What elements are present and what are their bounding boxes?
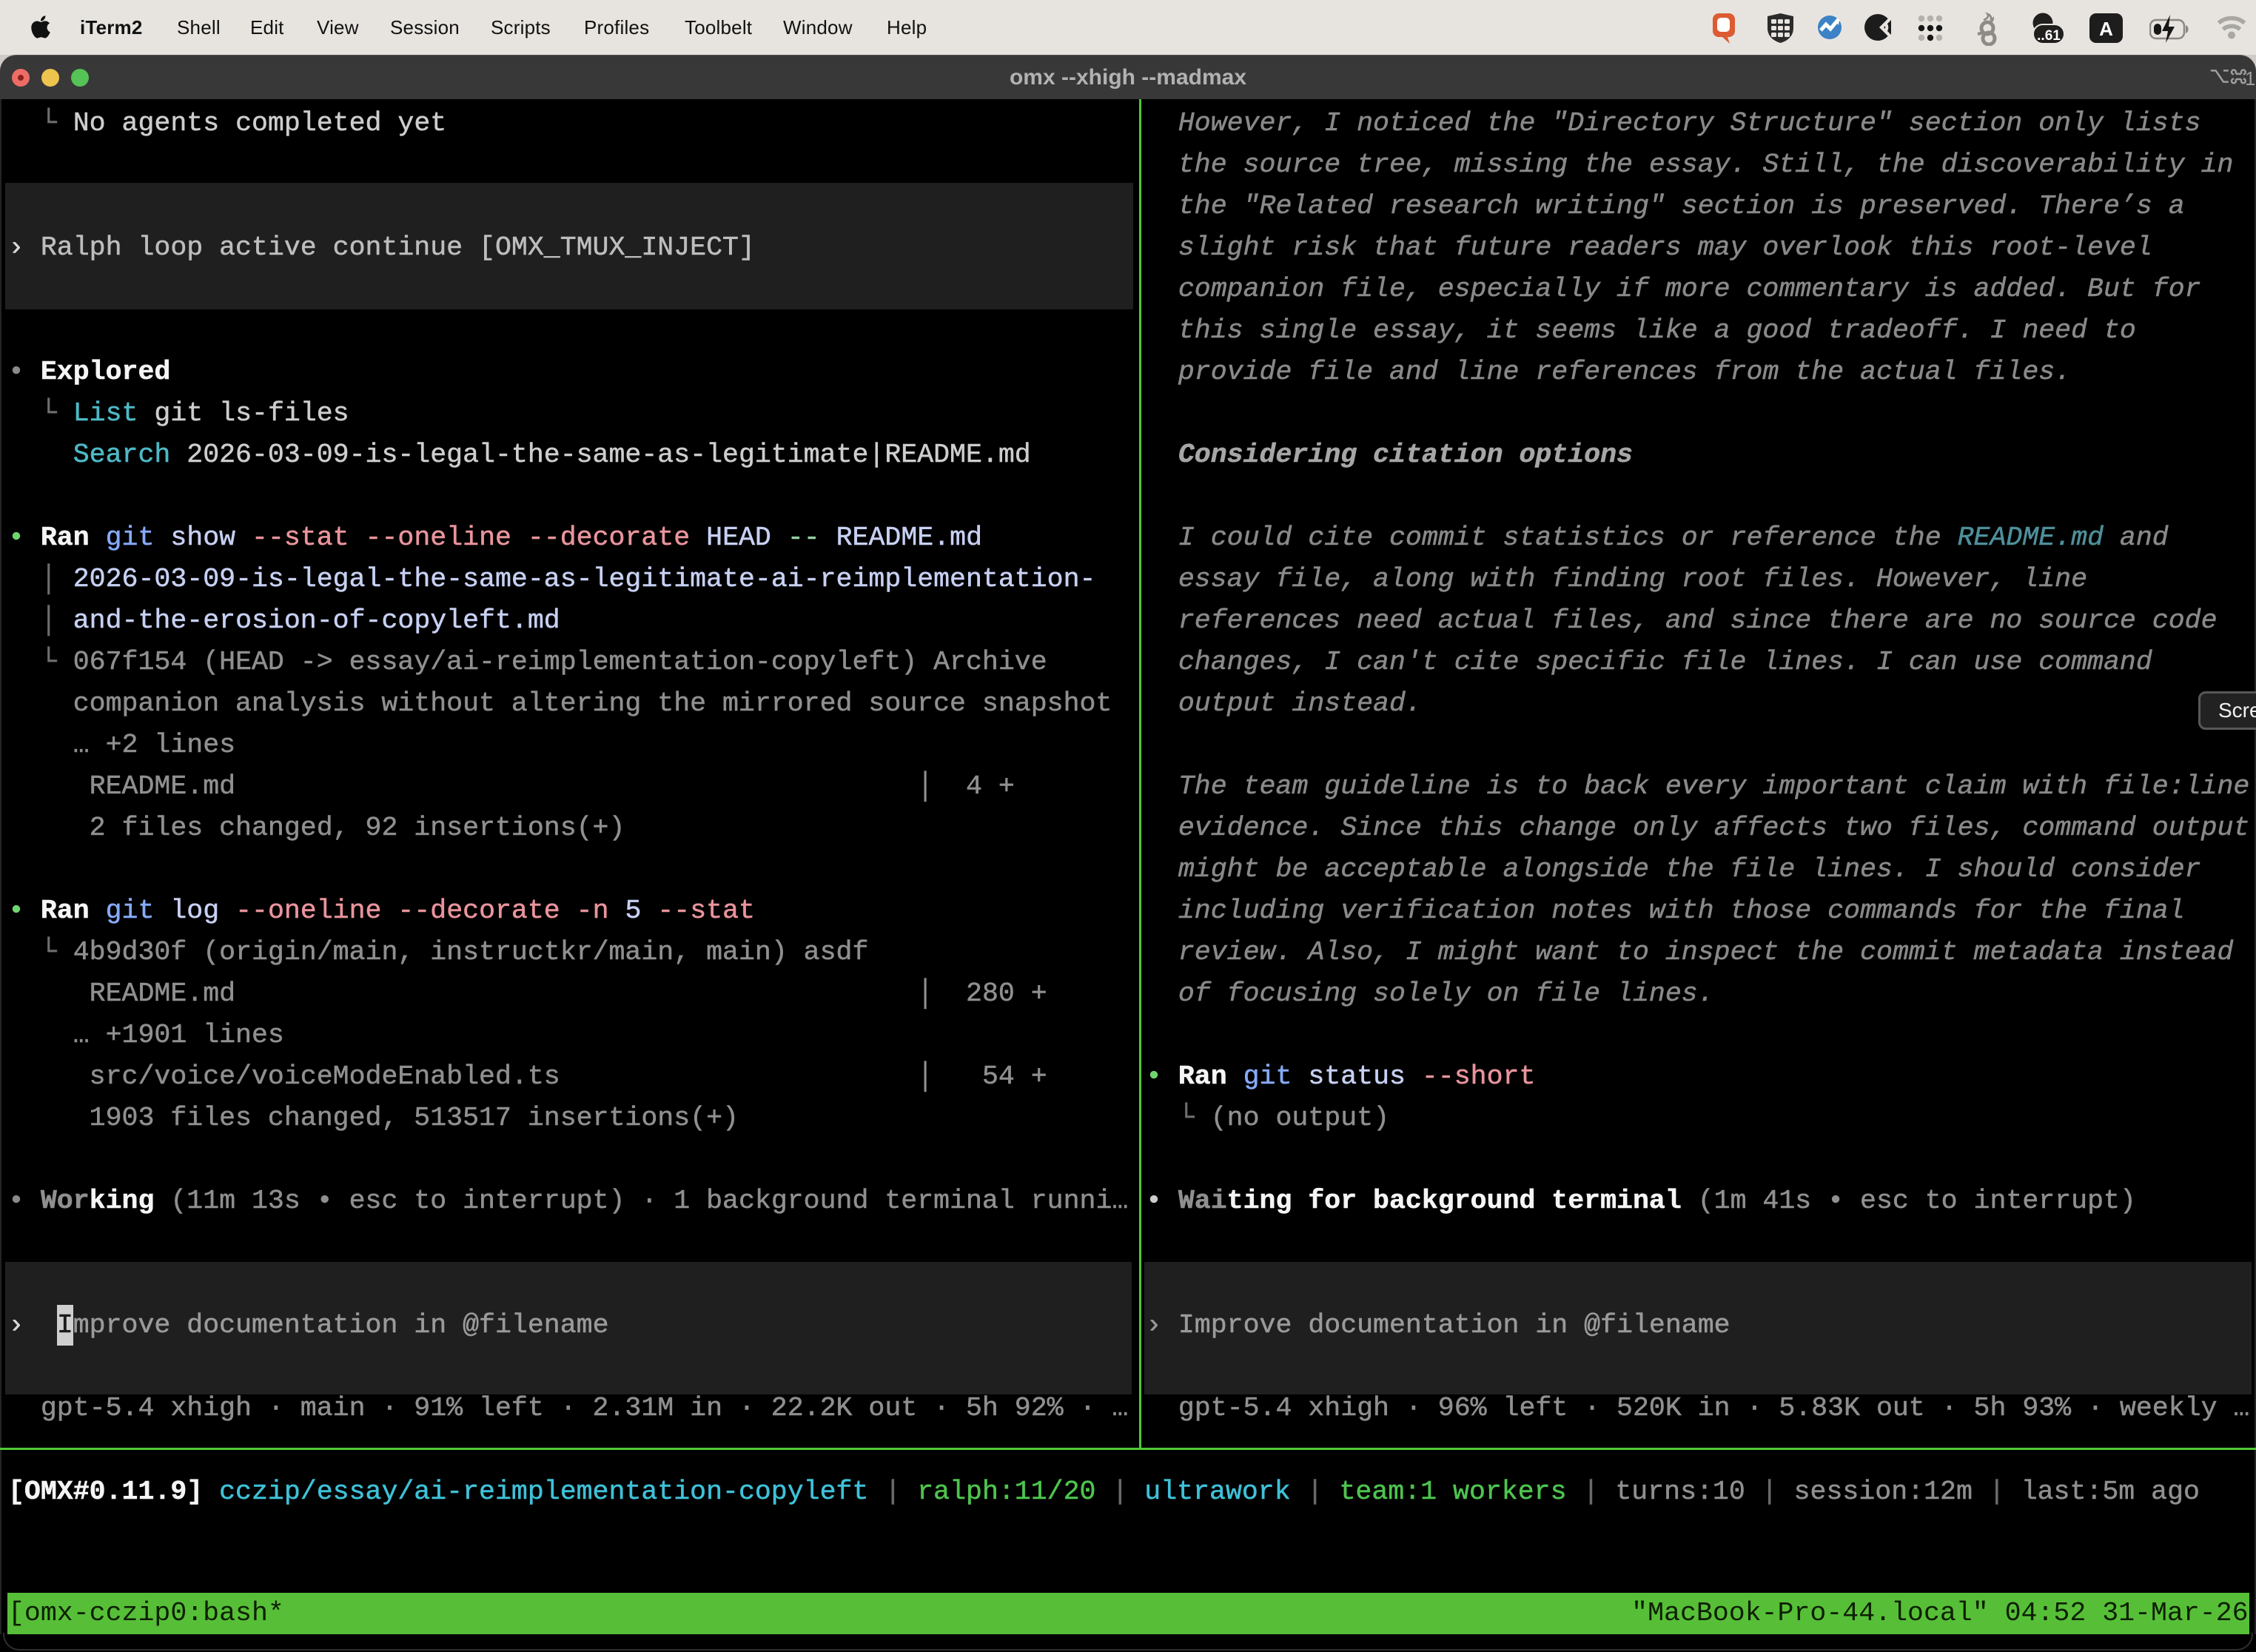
svg-text:1: 1 bbox=[2245, 67, 2255, 90]
svg-text:..61: ..61 bbox=[2037, 28, 2061, 44]
svg-text:A: A bbox=[2099, 18, 2113, 40]
